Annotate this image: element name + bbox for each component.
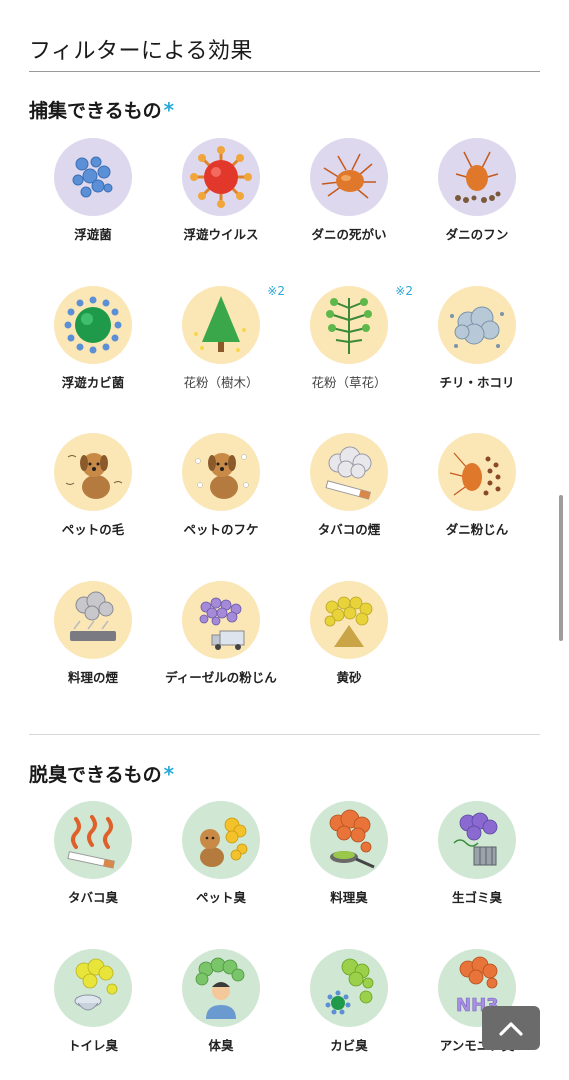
deodorize-heading: 脱臭できるもの *: [29, 762, 175, 786]
capture-item: 浮遊ウイルス: [157, 138, 285, 243]
capture-item: タバコの煙: [285, 433, 413, 538]
deodorize-item: 生ゴミ臭: [413, 801, 541, 906]
item-label: ダニの死がい: [311, 227, 387, 242]
section-divider: [29, 71, 540, 72]
chevron-up-icon: [499, 1022, 523, 1036]
virus-icon: [182, 138, 260, 216]
item-label: ペットのフケ: [183, 522, 259, 537]
capture-item: 料理の煙: [29, 581, 157, 686]
item-label: ダニのフン: [445, 227, 509, 242]
mold-spore-icon: [54, 286, 132, 364]
item-label: ペットの毛: [61, 522, 125, 537]
capture-item: ※2 花粉（草花）: [285, 284, 413, 391]
pet-odor-icon: [182, 801, 260, 879]
back-to-top-button[interactable]: [482, 1006, 540, 1050]
body-odor-icon: [182, 949, 260, 1027]
dead-mite-icon: [310, 138, 388, 216]
capture-item: ※2 花粉（樹木）: [157, 284, 285, 391]
deodorize-item: タバコ臭: [29, 801, 157, 906]
pet-hair-icon: [54, 433, 132, 511]
item-label: 浮遊カビ菌: [61, 375, 125, 390]
item-label: 料理臭: [330, 890, 368, 905]
item-label: 浮遊ウイルス: [183, 227, 259, 242]
item-label: ディーゼルの粉じん: [165, 670, 277, 685]
cooking-odor-icon: [310, 801, 388, 879]
scrollbar-thumb[interactable]: [559, 495, 563, 641]
item-label: 体臭: [208, 1038, 234, 1053]
footnote-marker[interactable]: ※2: [395, 284, 413, 298]
item-label: ペット臭: [195, 890, 246, 905]
capture-item: ダニのフン: [413, 138, 541, 243]
capture-item: 浮遊菌: [29, 138, 157, 243]
airborne-bacteria-icon: [54, 138, 132, 216]
mite-droppings-icon: [438, 138, 516, 216]
mold-odor-icon: [310, 949, 388, 1027]
tree-pollen-icon: [182, 286, 260, 364]
deodorize-item: 料理臭: [285, 801, 413, 906]
footnote-marker[interactable]: ※2: [267, 284, 285, 298]
garbage-odor-icon: [438, 801, 516, 879]
deodorize-item: 体臭: [157, 949, 285, 1054]
item-label: 花粉（樹木）: [183, 375, 259, 390]
yellow-sand-icon: [310, 581, 388, 659]
item-label: 花粉（草花）: [311, 375, 387, 390]
item-label: チリ・ホコリ: [439, 375, 515, 390]
mite-dust-icon: [438, 433, 516, 511]
item-label: 生ゴミ臭: [451, 890, 502, 905]
pet-dander-icon: [182, 433, 260, 511]
capture-item: ダニ粉じん: [413, 433, 541, 538]
item-label: タバコ臭: [67, 890, 118, 905]
capture-item: ペットの毛: [29, 433, 157, 538]
capture-item: ペットのフケ: [157, 433, 285, 538]
capture-item: 浮遊カビ菌: [29, 286, 157, 391]
deodorize-item: カビ臭: [285, 949, 413, 1054]
diesel-dust-icon: [182, 581, 260, 659]
capture-item: チリ・ホコリ: [413, 286, 541, 391]
asterisk-note[interactable]: *: [164, 762, 174, 786]
dust-icon: [438, 286, 516, 364]
cigarette-smoke-icon: [310, 433, 388, 511]
item-label: 黄砂: [336, 670, 362, 685]
deodorize-item: トイレ臭: [29, 949, 157, 1054]
capture-item: ダニの死がい: [285, 138, 413, 243]
capture-item: ディーゼルの粉じん: [157, 581, 285, 686]
cooking-smoke-icon: [54, 581, 132, 659]
item-label: 料理の煙: [67, 670, 118, 685]
item-label: トイレ臭: [67, 1038, 118, 1053]
capture-heading: 捕集できるもの *: [29, 98, 175, 122]
item-label: カビ臭: [330, 1038, 368, 1053]
asterisk-note[interactable]: *: [164, 98, 174, 122]
item-label: ダニ粉じん: [445, 522, 509, 537]
item-label: タバコの煙: [317, 522, 381, 537]
deodorize-item: ペット臭: [157, 801, 285, 906]
section-divider: [29, 734, 540, 735]
tobacco-odor-icon: [54, 801, 132, 879]
section-title: フィルターによる効果: [29, 39, 253, 64]
item-label: 浮遊菌: [74, 227, 112, 242]
capture-item: 黄砂: [285, 581, 413, 686]
grass-pollen-icon: [310, 286, 388, 364]
toilet-odor-icon: [54, 949, 132, 1027]
